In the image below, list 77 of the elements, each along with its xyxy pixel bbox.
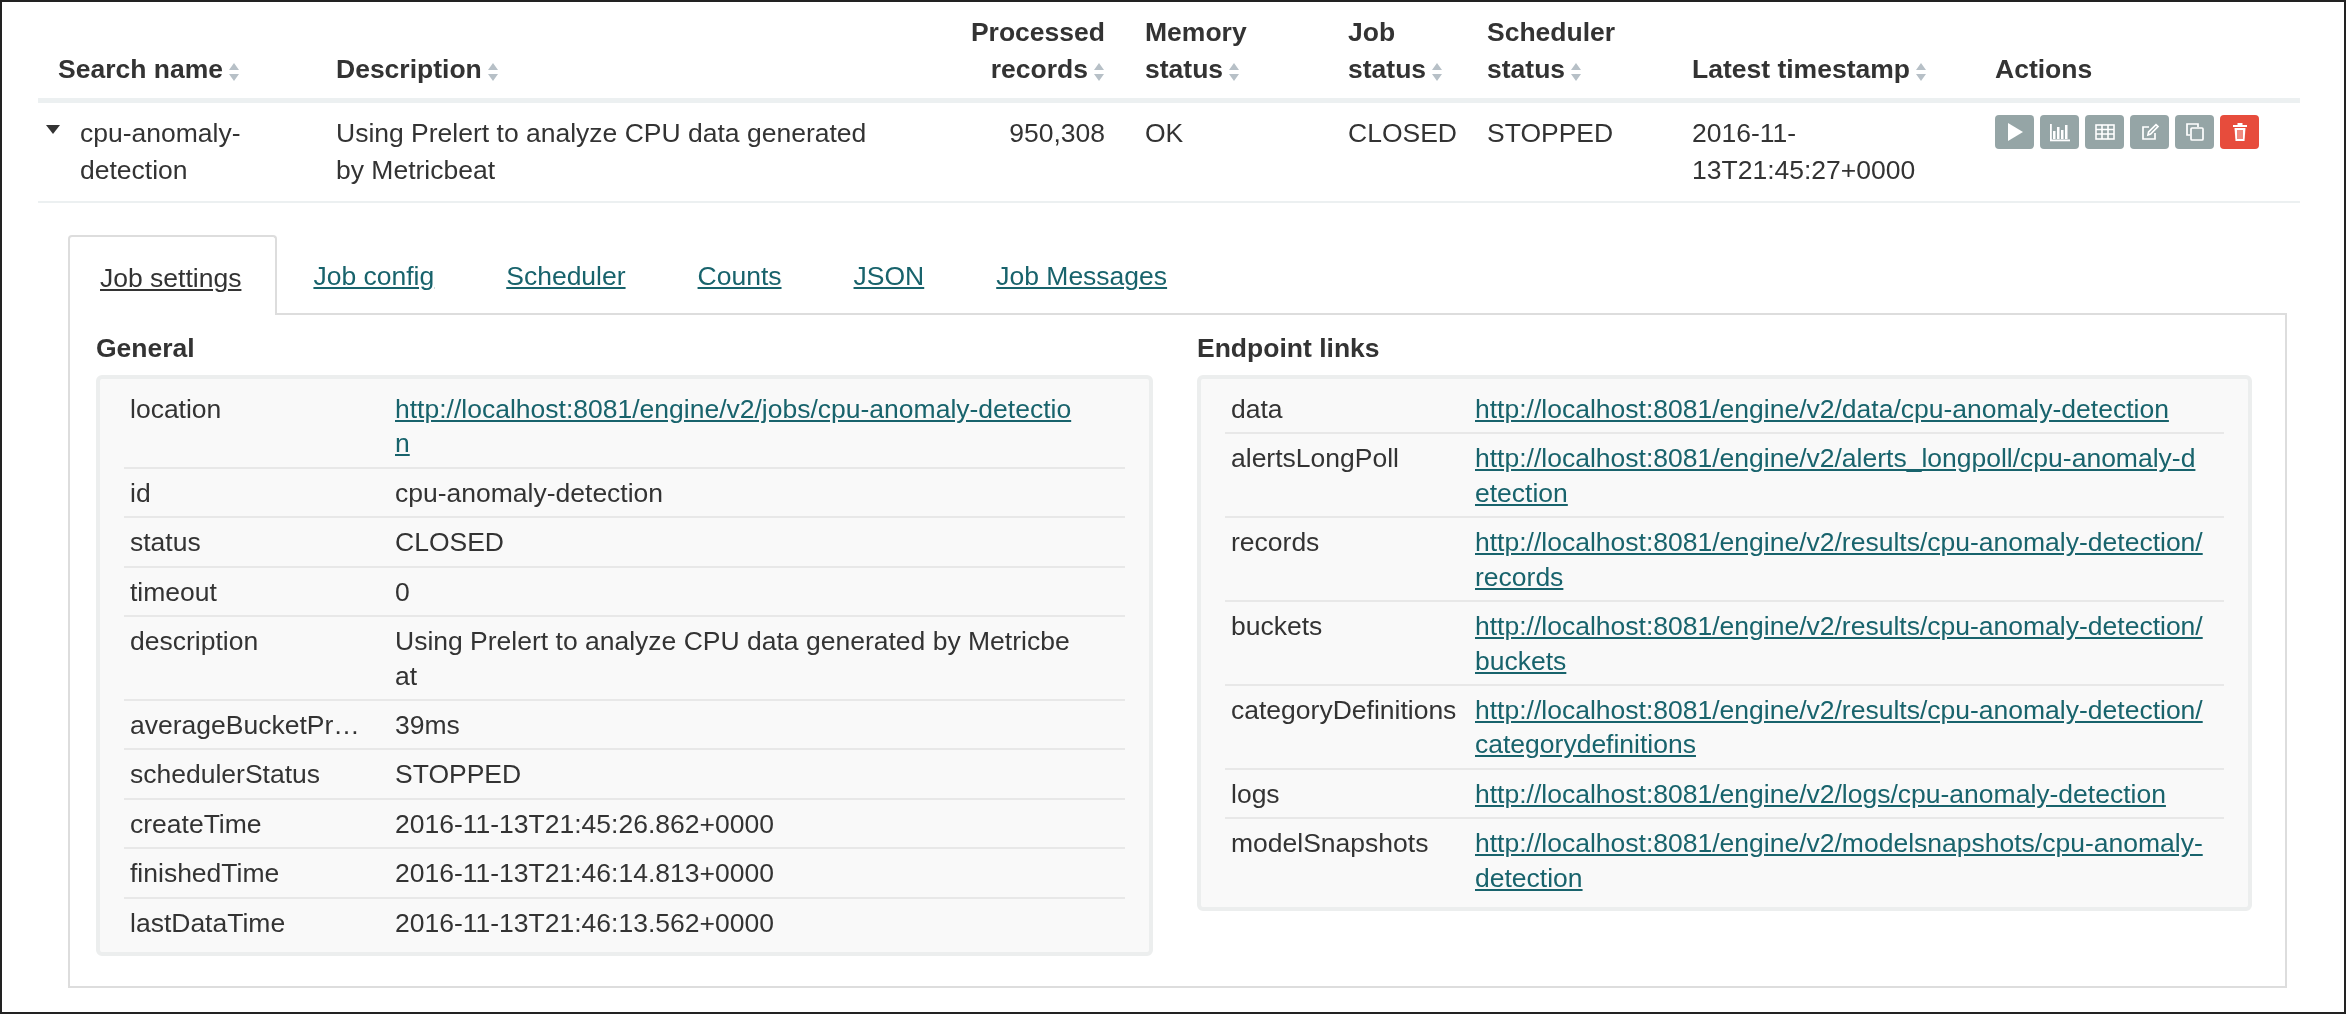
table-cell-text: Using Prelert to analyze CPU data generated by Metricbeat: [336, 117, 868, 188]
table-cell-text: OK: [1145, 117, 1185, 151]
section-title: Endpoint links: [1197, 332, 1380, 366]
tab[interactable]: Job settings: [68, 235, 278, 316]
url-link[interactable]: http://localhost:8081/engine/v2/results/cpu-anomaly-detection/categorydefinitions: [1475, 692, 2210, 762]
delete-button[interactable]: [2220, 115, 2259, 150]
tab[interactable]: Scheduler: [474, 233, 662, 314]
field-label: finishedTime: [129, 857, 281, 891]
section-title: General: [96, 332, 195, 366]
table-cell-text: CLOSED: [1348, 117, 1458, 151]
field-value: CLOSED: [395, 526, 505, 560]
url-link[interactable]: http://localhost:8081/engine/v2/alerts_longpoll/cpu-anomaly-detection: [1475, 441, 2210, 511]
field-label: buckets: [1230, 610, 1324, 644]
sort-icon[interactable]: [1228, 62, 1241, 83]
column-header[interactable]: Job status: [1348, 14, 1465, 89]
table-cell-text: 2016-11-13T21:45:27+0000: [1692, 117, 1917, 188]
play-icon: [2005, 122, 2024, 143]
sort-icon[interactable]: [1570, 62, 1583, 83]
copy-icon: [2184, 122, 2205, 143]
url-link[interactable]: http://localhost:8081/engine/v2/results/cpu-anomaly-detection/buckets: [1475, 609, 2210, 678]
url-link[interactable]: http://localhost:8081/engine/v2/modelsnapshots/cpu-anomaly-detection: [1475, 826, 2210, 896]
url-link[interactable]: http://localhost:8081/engine/v2/results/cpu-anomaly-detection/records: [1475, 525, 2210, 595]
table-cell-text: 950,308: [1008, 117, 1105, 151]
sort-icon[interactable]: [486, 62, 499, 83]
field-label: modelSnapshots: [1230, 827, 1430, 861]
field-label: logs: [1230, 777, 1281, 811]
field-value: 2016-11-13T21:46:14.813+0000: [395, 857, 775, 891]
table-icon: [2094, 124, 2115, 141]
column-header[interactable]: Search name: [58, 51, 240, 89]
field-value: 2016-11-13T21:46:13.562+0000: [395, 906, 775, 940]
chart-button[interactable]: [2040, 115, 2079, 150]
edit-button[interactable]: [2130, 115, 2169, 150]
play-button[interactable]: [1995, 115, 2034, 150]
tab[interactable]: Job Messages: [964, 233, 1204, 314]
tab[interactable]: JSON: [821, 233, 961, 314]
column-header[interactable]: Memory status: [1145, 14, 1308, 89]
field-label: status: [129, 526, 202, 560]
field-label: description: [129, 625, 260, 659]
field-label: data: [1230, 392, 1284, 426]
expand-caret-icon[interactable]: [46, 125, 60, 135]
copy-button[interactable]: [2175, 115, 2214, 150]
field-label: lastDataTime: [129, 906, 287, 940]
table-cell-text: cpu-anomaly-detection: [80, 117, 242, 188]
field-value: 0: [395, 575, 411, 609]
field-value: 39ms: [395, 708, 461, 742]
url-link[interactable]: http://localhost:8081/engine/v2/data/cpu-anomaly-detection: [1475, 391, 2210, 427]
url-link[interactable]: http://localhost:8081/engine/v2/logs/cpu-anomaly-detection: [1475, 776, 2210, 812]
field-label: id: [129, 476, 152, 510]
column-header: Actions: [1995, 53, 2093, 87]
field-label: alertsLongPoll: [1230, 442, 1400, 476]
field-value: cpu-anomaly-detection: [395, 476, 665, 510]
field-label: averageBucketPr…: [129, 708, 361, 742]
field-label: categoryDefinitions: [1230, 693, 1458, 727]
field-label: schedulerStatus: [129, 758, 322, 792]
sort-icon[interactable]: [228, 62, 240, 83]
field-label: timeout: [129, 575, 218, 609]
sort-icon[interactable]: [1914, 62, 1927, 83]
sort-icon[interactable]: [1431, 62, 1444, 83]
field-value: STOPPED: [395, 758, 523, 792]
column-header[interactable]: Description: [336, 51, 499, 89]
column-header[interactable]: Scheduler status: [1487, 14, 1652, 89]
trash-icon: [2231, 122, 2248, 143]
sort-icon[interactable]: [1093, 62, 1105, 83]
table-button[interactable]: [2085, 115, 2124, 150]
field-value: Using Prelert to analyze CPU data generated by Metricbeat: [395, 625, 1071, 693]
table-cell-text: STOPPED: [1487, 117, 1615, 151]
field-label: records: [1230, 526, 1321, 560]
pencil-icon: [2139, 122, 2160, 143]
tab[interactable]: Counts: [665, 233, 818, 314]
column-header[interactable]: Latest timestamp: [1692, 51, 1927, 89]
tab[interactable]: Job config: [281, 233, 471, 314]
field-value: 2016-11-13T21:45:26.862+0000: [395, 807, 775, 841]
column-header[interactable]: Processed records: [966, 14, 1105, 89]
url-link[interactable]: http://localhost:8081/engine/v2/jobs/cpu-anomaly-detection: [395, 391, 1075, 461]
bar-chart-icon: [2048, 122, 2071, 143]
field-label: createTime: [129, 807, 263, 841]
field-label: location: [129, 392, 223, 426]
